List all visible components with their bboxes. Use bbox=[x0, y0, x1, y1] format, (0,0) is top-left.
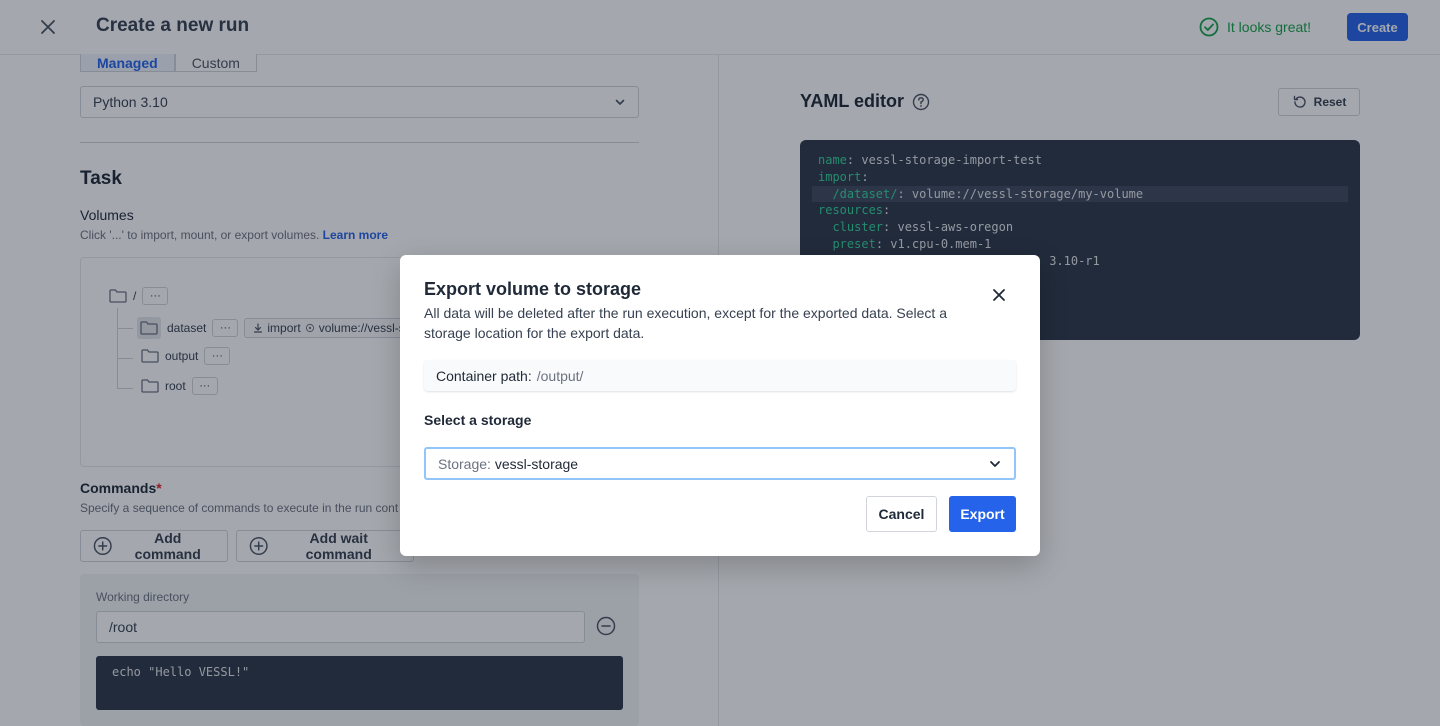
container-path-label: Container path: bbox=[436, 367, 532, 384]
close-icon[interactable] bbox=[989, 285, 1009, 305]
export-volume-dialog: Export volume to storage All data will b… bbox=[400, 255, 1040, 556]
select-storage-label: Select a storage bbox=[424, 412, 532, 428]
storage-value: vessl-storage bbox=[494, 455, 579, 472]
container-path-value: /output/ bbox=[536, 367, 584, 384]
chevron-down-icon bbox=[990, 460, 1000, 467]
dialog-title: Export volume to storage bbox=[424, 279, 642, 299]
storage-select[interactable]: Storage: vessl-storage bbox=[424, 447, 1016, 480]
cancel-button[interactable]: Cancel bbox=[866, 496, 937, 532]
dialog-description: All data will be deleted after the run e… bbox=[424, 305, 947, 341]
container-path: Container path: /output/ bbox=[424, 360, 1016, 391]
export-button[interactable]: Export bbox=[949, 496, 1016, 532]
storage-label: Storage: bbox=[438, 455, 491, 472]
